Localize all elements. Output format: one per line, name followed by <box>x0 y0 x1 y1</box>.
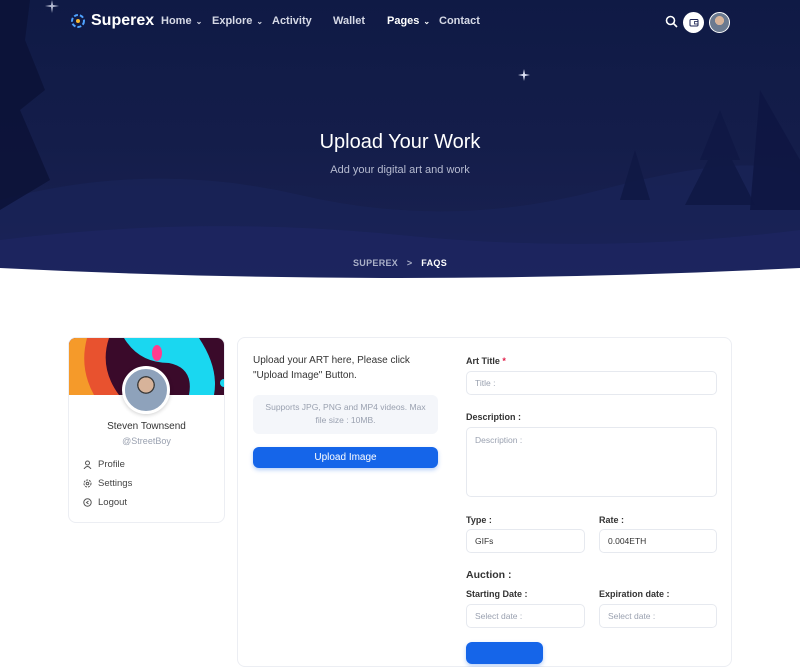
profile-name: Steven Townsend <box>107 421 186 432</box>
profile-card: Steven Townsend @StreetBoy Profile Setti… <box>68 337 225 523</box>
brand-logo[interactable]: Superex <box>70 12 154 30</box>
nav-pages-label: Pages <box>387 15 420 27</box>
gear-icon <box>83 479 92 488</box>
auction-heading: Auction : <box>466 569 512 581</box>
breadcrumb-current: FAQS <box>421 258 448 268</box>
breadcrumb: SUPEREX > FAQS <box>0 258 800 268</box>
nav-pages[interactable]: Pages ⌄ <box>387 15 430 27</box>
description-label: Description : <box>466 412 522 422</box>
type-select[interactable]: GIFs <box>466 529 585 553</box>
starting-date-input[interactable]: Select date : <box>466 604 585 628</box>
nav-wallet[interactable]: Wallet <box>333 15 365 27</box>
nav-explore-label: Explore <box>212 15 253 27</box>
wallet-button[interactable] <box>683 12 704 33</box>
nav-contact[interactable]: Contact <box>439 15 480 27</box>
chevron-down-icon: ⌄ <box>195 17 203 26</box>
chevron-down-icon: ⌄ <box>423 17 431 26</box>
page-subtitle: Add your digital art and work <box>330 164 470 176</box>
logout-icon <box>83 498 92 507</box>
profile-link[interactable]: Profile <box>83 459 125 470</box>
settings-link[interactable]: Settings <box>83 478 132 489</box>
nav-contact-label: Contact <box>439 15 480 27</box>
chevron-right-icon: > <box>406 258 413 268</box>
art-title-input[interactable]: Title : <box>466 371 717 395</box>
nav-explore[interactable]: Explore ⌄ <box>212 15 263 27</box>
description-textarea[interactable]: Description : <box>466 427 717 497</box>
upload-image-button[interactable]: Upload Image <box>253 447 438 468</box>
nav-home[interactable]: Home ⌄ <box>161 15 202 27</box>
profile-link-label: Profile <box>98 459 125 470</box>
required-marker: * <box>502 356 506 366</box>
nav-activity[interactable]: Activity <box>272 15 312 27</box>
page-title: Upload Your Work <box>319 131 481 153</box>
type-label: Type : <box>466 515 492 525</box>
expiration-date-input[interactable]: Select date : <box>599 604 717 628</box>
logo-icon <box>71 14 85 28</box>
upload-support-note: Supports JPG, PNG and MP4 videos. Max fi… <box>253 395 438 434</box>
upload-form-card: Upload your ART here, Please click "Uplo… <box>237 337 732 667</box>
user-avatar[interactable] <box>709 12 730 33</box>
nav-activity-label: Activity <box>272 15 312 27</box>
upload-instructions: Upload your ART here, Please click "Uplo… <box>253 355 410 381</box>
wallet-icon <box>689 19 698 27</box>
search-icon[interactable] <box>665 15 678 28</box>
user-icon <box>83 460 92 469</box>
top-nav: Superex Home ⌄ Explore ⌄ Activity Wallet P… <box>0 0 800 44</box>
profile-avatar <box>122 366 170 414</box>
art-title-label-text: Art Title <box>466 356 500 366</box>
profile-handle: @StreetBoy <box>122 436 171 446</box>
logout-link-label: Logout <box>98 497 128 508</box>
brand-name: Superex <box>91 12 155 29</box>
art-title-label: Art Title * <box>466 356 506 366</box>
logout-link[interactable]: Logout <box>83 497 127 508</box>
chevron-down-icon: ⌄ <box>256 17 264 26</box>
create-item-button[interactable] <box>466 642 543 664</box>
hero-banner: Superex Home ⌄ Explore ⌄ Activity Wallet P… <box>0 0 800 280</box>
nav-wallet-label: Wallet <box>333 15 365 27</box>
rate-label: Rate : <box>599 515 625 525</box>
nav-home-label: Home <box>161 15 192 27</box>
breadcrumb-home[interactable]: SUPEREX <box>353 258 398 268</box>
starting-date-label: Starting Date : <box>466 589 528 599</box>
rate-input[interactable]: 0.004ETH <box>599 529 717 553</box>
settings-link-label: Settings <box>98 478 133 489</box>
expiration-date-label: Expiration date : <box>599 589 670 599</box>
